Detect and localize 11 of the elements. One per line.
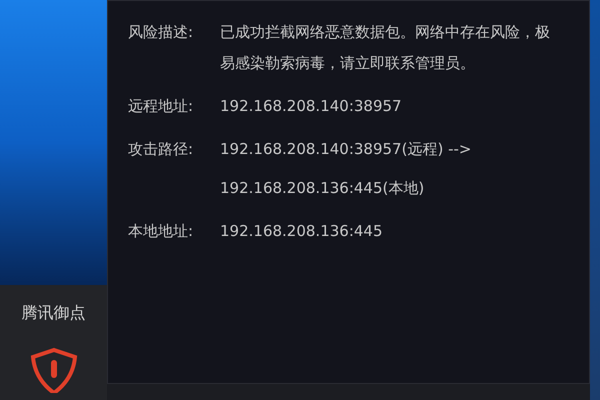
detail-value: 192.168.208.140:38957 (220, 96, 402, 117)
detail-label: 攻击路径: (128, 139, 194, 160)
warning-shield-icon (28, 347, 78, 393)
detail-value: 192.168.208.136:445(本地) (220, 178, 426, 199)
detail-value: 192.168.208.140:38957(远程) --> (220, 139, 472, 160)
detail-value: 已成功拦截网络恶意数据包。网络中存在风险，极易感染勒索病毒，请立即联系管理员。 (220, 22, 551, 74)
detail-label: 远程地址: (128, 96, 194, 117)
app-name: 腾讯御点 (22, 302, 86, 324)
detail-value: 192.168.208.136:445 (220, 221, 383, 242)
detail-label: 本地地址: (128, 221, 194, 242)
detail-label: 风险描述: (128, 22, 194, 43)
